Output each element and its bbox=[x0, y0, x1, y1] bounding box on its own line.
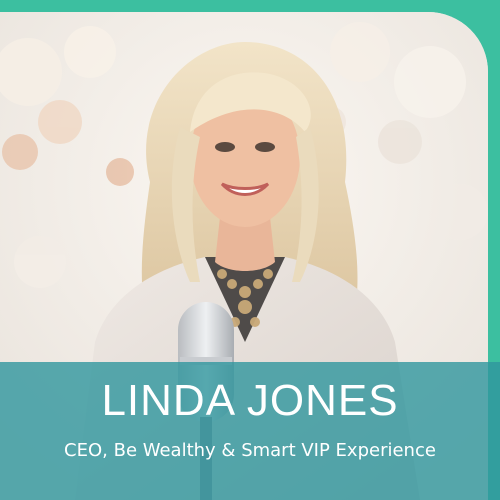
speaker-title: CEO, Be Wealthy & Smart VIP Experience bbox=[64, 440, 436, 461]
speaker-name: LINDA JONES bbox=[101, 376, 399, 425]
speaker-card: LINDA JONES CEO, Be Wealthy & Smart VIP … bbox=[0, 0, 500, 500]
